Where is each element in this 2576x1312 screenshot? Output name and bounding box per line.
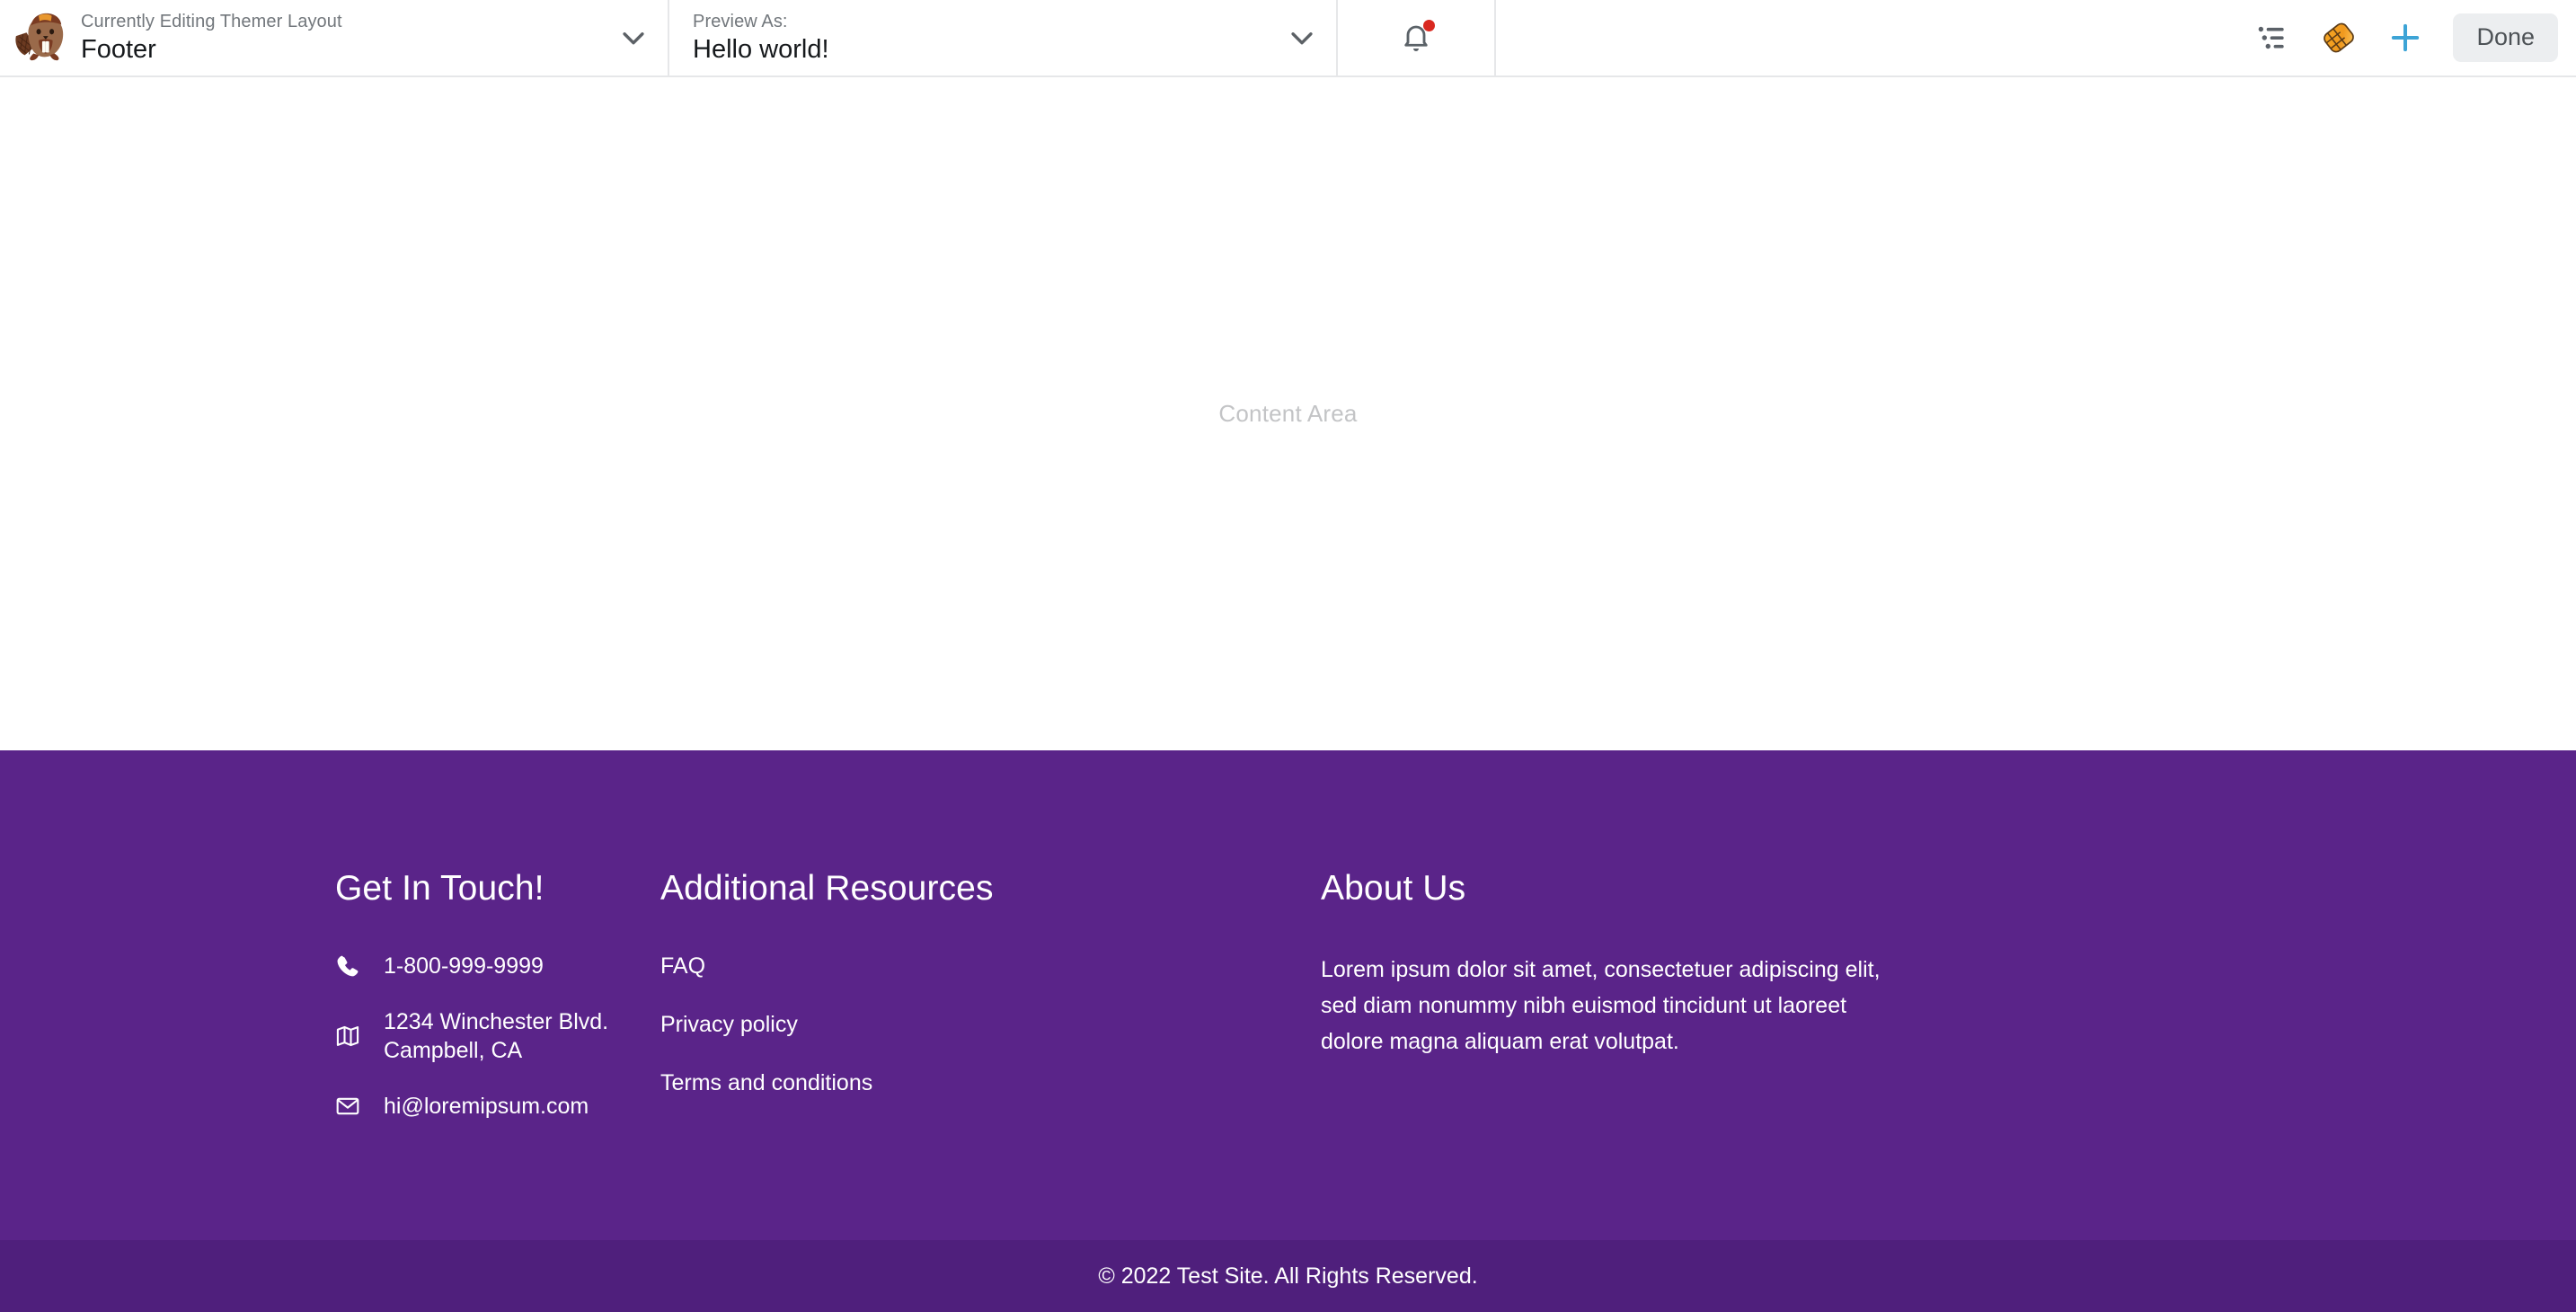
map-icon bbox=[335, 1022, 367, 1050]
site-footer: Get In Touch! 1-800-999-9999 1234 Winche… bbox=[0, 750, 2576, 1312]
preview-as-value: Hello world! bbox=[693, 35, 829, 64]
footer-column-contact: Get In Touch! 1-800-999-9999 1234 Winche… bbox=[0, 868, 660, 1240]
footer-heading-about: About Us bbox=[1321, 869, 1466, 908]
notification-badge-dot bbox=[1423, 20, 1435, 31]
contact-list: 1-800-999-9999 1234 Winchester Blvd. Cam… bbox=[335, 952, 624, 1121]
footer-columns: Get In Touch! 1-800-999-9999 1234 Winche… bbox=[0, 750, 2576, 1240]
beaver-builder-logo-icon bbox=[13, 10, 68, 66]
footer-about-text: Lorem ipsum dolor sit amet, consectetuer… bbox=[1321, 956, 1881, 1054]
footer-link-faq[interactable]: FAQ bbox=[660, 953, 705, 979]
chevron-down-icon[interactable] bbox=[1284, 20, 1320, 56]
footer-column-resources: Additional Resources FAQ Privacy policy … bbox=[660, 868, 1321, 1240]
footer-heading-resources: Additional Resources bbox=[660, 869, 994, 908]
beaver-builder-admin-bar: Currently Editing Themer Layout Footer P… bbox=[0, 0, 2576, 77]
editing-layout-panel[interactable]: Currently Editing Themer Layout Footer bbox=[0, 0, 669, 75]
contact-text-address: 1234 Winchester Blvd. Campbell, CA bbox=[384, 1008, 609, 1063]
contact-item-address[interactable]: 1234 Winchester Blvd. Campbell, CA bbox=[335, 1007, 624, 1065]
list-item: Privacy policy bbox=[660, 1010, 1285, 1039]
preview-as-panel[interactable]: Preview As: Hello world! bbox=[669, 0, 1338, 75]
preview-as-label: Preview As: bbox=[693, 12, 788, 31]
contact-item-email[interactable]: hi@loremipsum.com bbox=[335, 1092, 624, 1121]
footer-bottom-bar: © 2022 Test Site. All Rights Reserved. bbox=[0, 1240, 2576, 1312]
outline-list-icon[interactable] bbox=[2239, 11, 2306, 65]
footer-link-list: FAQ Privacy policy Terms and conditions bbox=[660, 952, 1285, 1097]
footer-column-about: About Us Lorem ipsum dolor sit amet, con… bbox=[1321, 868, 2004, 1240]
footer-heading-contact: Get In Touch! bbox=[335, 869, 544, 908]
editing-layout-label: Currently Editing Themer Layout bbox=[81, 12, 342, 31]
notifications-panel[interactable] bbox=[1338, 0, 1496, 75]
footer-link-privacy-policy[interactable]: Privacy policy bbox=[660, 1012, 798, 1037]
chevron-down-icon[interactable] bbox=[615, 20, 651, 56]
footer-link-terms-and-conditions[interactable]: Terms and conditions bbox=[660, 1070, 872, 1095]
content-area-placeholder: Content Area bbox=[1218, 400, 1358, 427]
contact-item-phone[interactable]: 1-800-999-9999 bbox=[335, 952, 624, 980]
envelope-icon bbox=[335, 1092, 367, 1121]
editing-layout-value: Footer bbox=[81, 35, 156, 64]
footer-copyright: © 2022 Test Site. All Rights Reserved. bbox=[1098, 1263, 1478, 1289]
content-area[interactable]: Content Area bbox=[0, 77, 2576, 750]
waffle-icon[interactable] bbox=[2306, 11, 2372, 65]
toolbar-actions: Done bbox=[2239, 0, 2576, 75]
bell-icon[interactable] bbox=[1395, 17, 1437, 58]
phone-icon bbox=[335, 952, 367, 980]
plus-icon[interactable] bbox=[2372, 11, 2439, 65]
done-button[interactable]: Done bbox=[2453, 13, 2558, 62]
list-item: Terms and conditions bbox=[660, 1068, 1285, 1097]
list-item: FAQ bbox=[660, 952, 1285, 980]
contact-text-email: hi@loremipsum.com bbox=[384, 1093, 589, 1119]
contact-text-phone: 1-800-999-9999 bbox=[384, 953, 544, 979]
